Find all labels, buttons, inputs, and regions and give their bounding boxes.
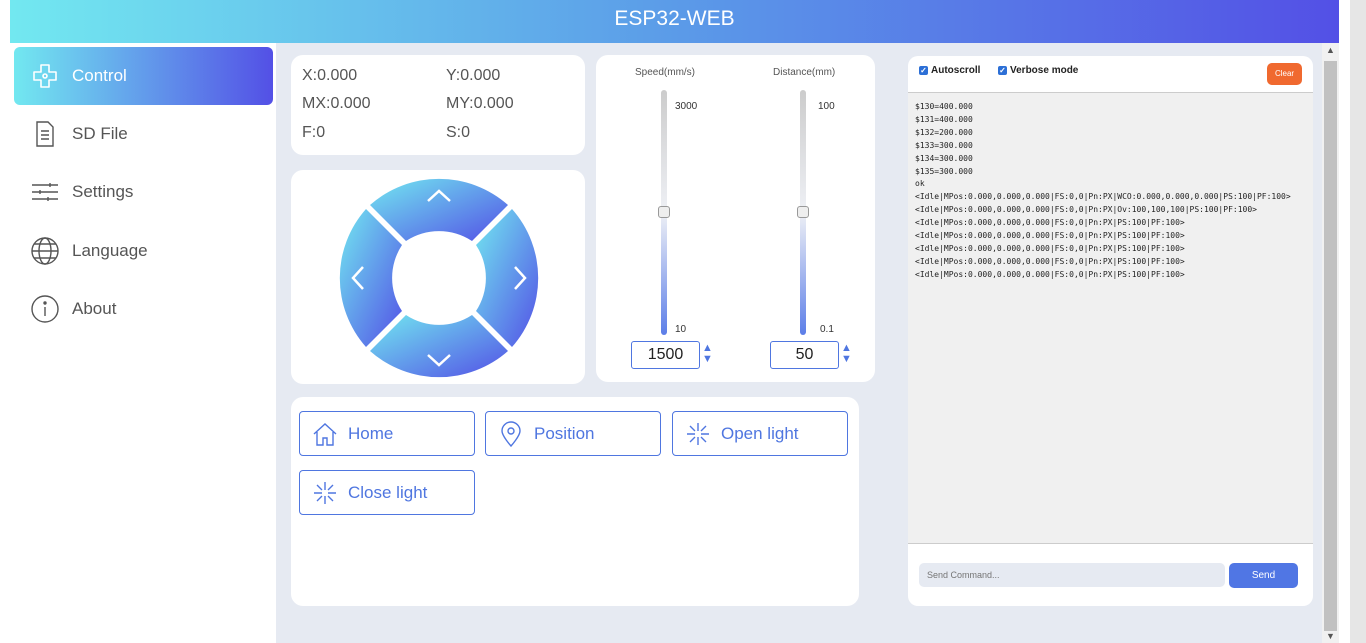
jog-down-button[interactable]: [370, 315, 508, 378]
feed-rate: F:0: [302, 124, 326, 141]
command-input[interactable]: [919, 563, 1225, 587]
actions-panel: Home Position Open light Close light: [291, 397, 859, 606]
location-pin-icon: [501, 420, 521, 447]
speed-input[interactable]: 1500: [631, 341, 700, 369]
console-line: <Idle|MPos:0.000,0.000,0.000|FS:0,0|Pn:P…: [915, 256, 1185, 266]
speed-stepper[interactable]: ▲ ▼: [702, 343, 714, 365]
speed-max-label: 3000: [675, 101, 698, 112]
console-line: <Idle|MPos:0.000,0.000,0.000|FS:0,0|Pn:P…: [915, 243, 1185, 253]
console-log: $130=400.000 $131=400.000 $132=200.000 $133…: [908, 92, 1313, 544]
sidebar-item-control[interactable]: Control: [14, 47, 273, 105]
autoscroll-checkbox[interactable]: ✓ Autoscroll: [919, 65, 980, 76]
sidebar-item-language[interactable]: Language: [14, 222, 273, 280]
console-line: $134=300.000: [915, 153, 973, 163]
scrollbar-thumb[interactable]: [1324, 61, 1337, 631]
my-coord: MY:0.000: [446, 95, 514, 112]
gamepad-icon: [33, 64, 57, 88]
sidebar-item-sd-file[interactable]: SD File: [14, 105, 273, 163]
close-light-button[interactable]: Close light: [299, 470, 475, 515]
y-coord: Y:0.000: [446, 67, 501, 84]
coordinates-panel: X:0.000 Y:0.000 MX:0.000 MY:0.000 F:0 S:…: [291, 55, 585, 155]
position-button[interactable]: Position: [485, 411, 661, 456]
file-icon: [36, 121, 54, 147]
distance-max-label: 100: [818, 101, 835, 112]
clear-button[interactable]: Clear: [1267, 63, 1302, 85]
app-header: ESP32-WEB: [10, 0, 1339, 43]
verbose-mode-checkbox[interactable]: ✓ Verbose mode: [998, 65, 1078, 76]
jog-up-button[interactable]: [370, 178, 508, 241]
console-line: $131=400.000: [915, 114, 973, 124]
console-panel: ✓ Autoscroll ✓ Verbose mode Clear $130=400…: [908, 56, 1313, 606]
console-line: <Idle|MPos:0.000,0.000,0.000|FS:0,0|Pn:P…: [915, 218, 1185, 228]
speed-distance-panel: Speed(mm/s) 3000 10 1500 ▲ ▼ Distance(mm)…: [596, 55, 875, 382]
home-icon: [313, 422, 337, 446]
x-coord: X:0.000: [302, 67, 358, 84]
mx-coord: MX:0.000: [302, 95, 371, 112]
console-line: <Idle|MPos:0.000,0.000,0.000|FS:0,0|Pn:P…: [915, 231, 1185, 241]
app-title: ESP32-WEB: [614, 7, 735, 30]
console-line: <Idle|MPos:0.000,0.000,0.000|FS:0,0|Pn:P…: [915, 192, 1291, 202]
distance-input[interactable]: 50: [770, 341, 839, 369]
home-button[interactable]: Home: [299, 411, 475, 456]
sidebar: Control SD File Settings Language About: [0, 43, 276, 643]
info-icon: [31, 295, 59, 323]
send-button[interactable]: Send: [1229, 563, 1298, 588]
light-icon: [314, 481, 336, 504]
console-line: $132=200.000: [915, 127, 973, 137]
sidebar-item-about[interactable]: About: [14, 280, 273, 338]
console-line: <Idle|MPos:0.000,0.000,0.000|FS:0,0|Pn:P…: [915, 269, 1185, 279]
distance-min-label: 0.1: [820, 324, 834, 335]
distance-label: Distance(mm): [773, 67, 836, 78]
speed-label: Speed(mm/s): [635, 67, 696, 78]
jog-left-button[interactable]: [339, 209, 402, 347]
console-line: $130=400.000: [915, 102, 973, 111]
console-line: <Idle|MPos:0.000,0.000,0.000|FS:0,0|Pn:P…: [915, 205, 1257, 215]
distance-stepper[interactable]: ▲ ▼: [841, 343, 853, 365]
window-edge: [1350, 0, 1366, 643]
sliders-icon: [32, 183, 58, 201]
console-line: ok: [915, 179, 925, 189]
scrollbar[interactable]: ▲ ▼: [1322, 43, 1339, 643]
jog-right-button[interactable]: [476, 209, 539, 347]
globe-icon: [31, 237, 59, 265]
open-light-button[interactable]: Open light: [672, 411, 848, 456]
jog-pad: [339, 178, 539, 378]
spindle-speed: S:0: [446, 124, 471, 141]
speed-min-label: 10: [675, 324, 687, 335]
console-line: $135=300.000: [915, 166, 973, 176]
light-icon: [687, 422, 709, 445]
distance-slider-thumb[interactable]: [797, 206, 809, 218]
jog-panel: [291, 170, 585, 384]
console-line: $133=300.000: [915, 140, 973, 150]
speed-slider-thumb[interactable]: [658, 206, 670, 218]
sidebar-item-settings[interactable]: Settings: [14, 163, 273, 221]
